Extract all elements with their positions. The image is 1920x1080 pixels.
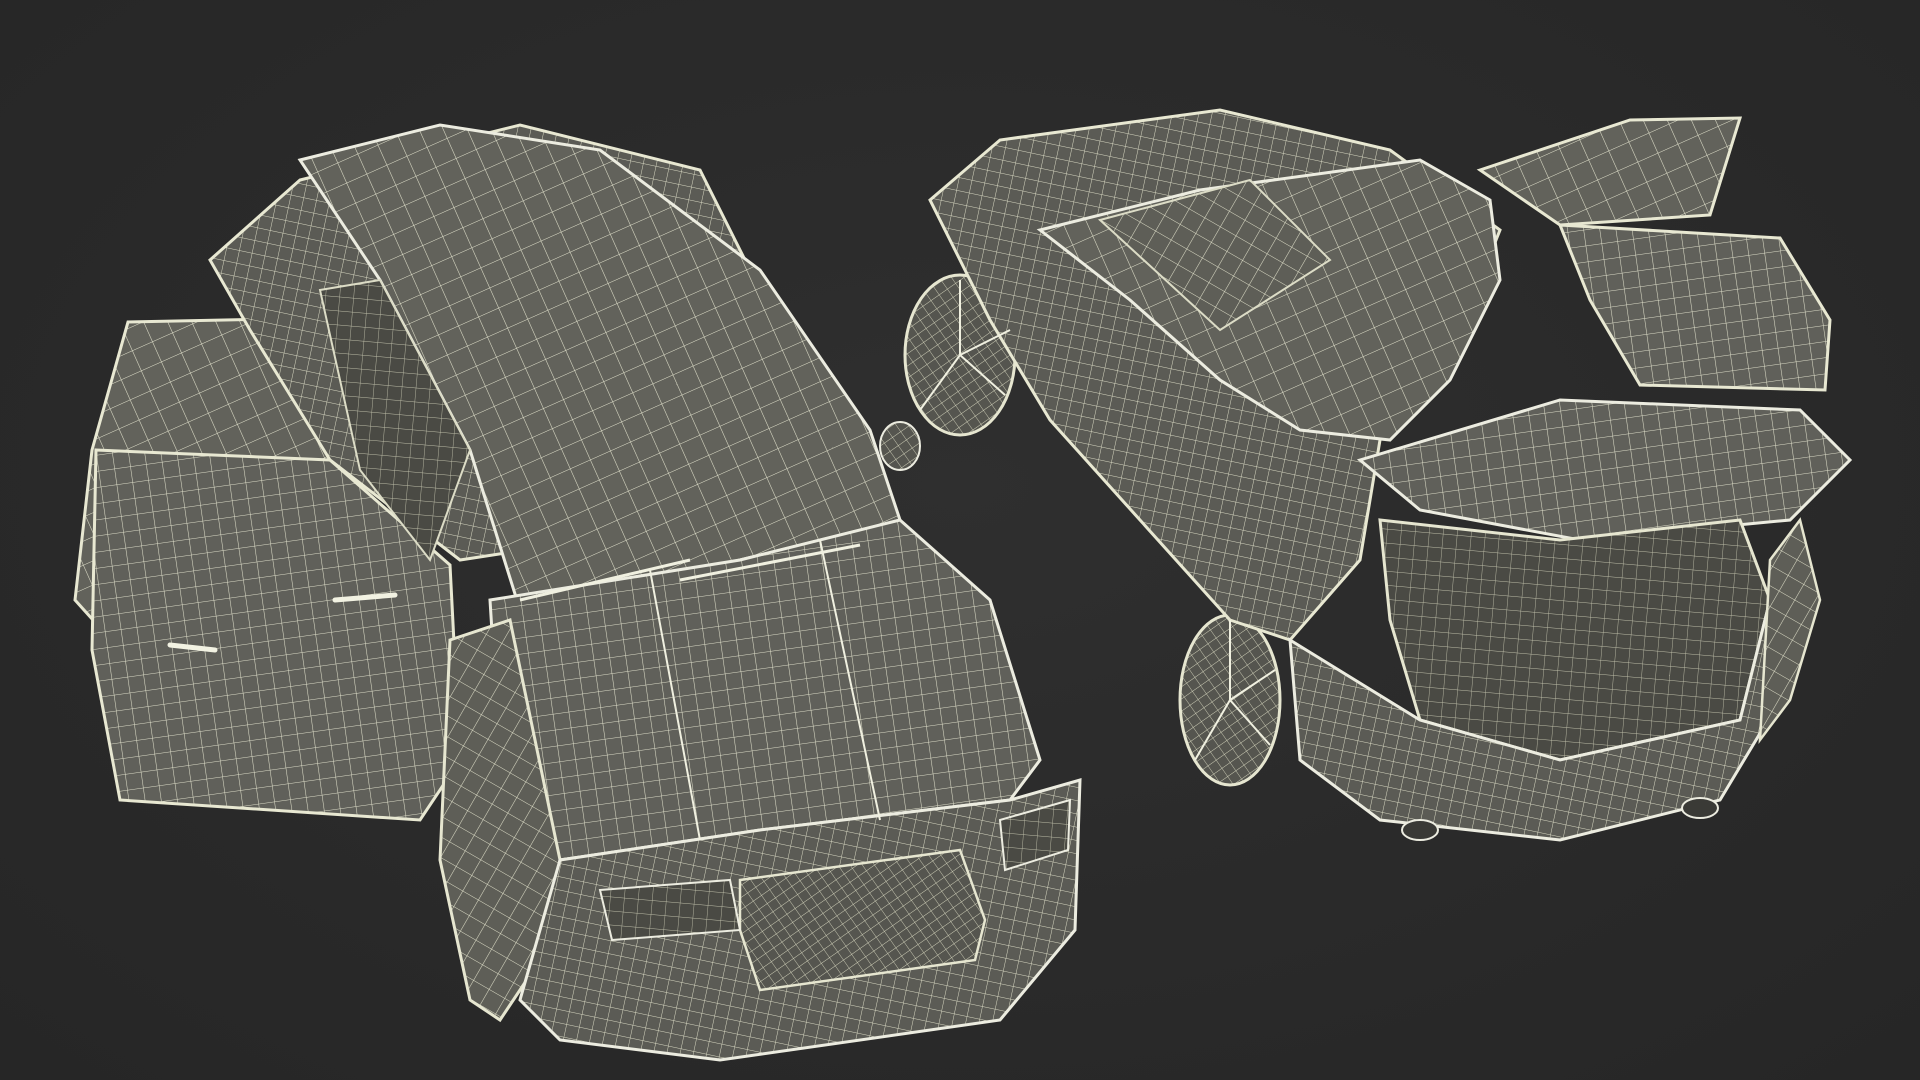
exhaust-left xyxy=(1401,819,1439,841)
car-front-view xyxy=(73,123,1082,1062)
headlight-left xyxy=(598,878,742,942)
side-mirror xyxy=(879,421,921,471)
render-viewport xyxy=(0,0,1920,1080)
open-door-rear xyxy=(1476,116,1743,227)
rear-quarter xyxy=(1758,517,1822,745)
open-door-rear-panel xyxy=(1557,223,1832,392)
exhaust-right xyxy=(1681,797,1719,819)
wireframe-render xyxy=(73,108,1853,1062)
car-rear-view xyxy=(903,108,1853,842)
tailgate-open xyxy=(1356,398,1853,542)
